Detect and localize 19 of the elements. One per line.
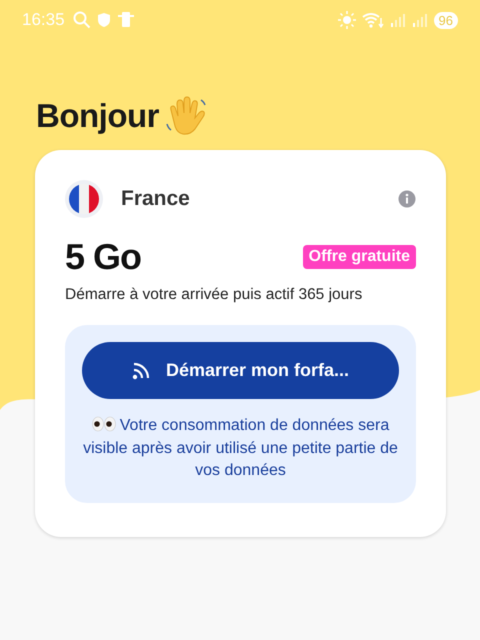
usage-note: Votre consommation de données sera visible après avoir utilisé une petite partie de vos données: [82, 415, 399, 481]
start-plan-button[interactable]: Démarrer mon forfa...: [82, 342, 399, 399]
plan-description: Démarre à votre arrivée puis actif 365 jours: [65, 285, 364, 305]
offer-badge: Offre gratuite: [302, 245, 416, 269]
info-icon[interactable]: [398, 190, 416, 208]
signal-icon: [412, 13, 428, 27]
country-name: France: [121, 187, 191, 211]
search-icon: [72, 11, 91, 29]
brightness-icon: [338, 11, 356, 29]
flag-icon: [65, 180, 103, 218]
clock: 16:35: [22, 10, 65, 30]
waving-hand-icon: [164, 96, 207, 136]
signal-waves-icon: [132, 362, 150, 380]
greeting: Bonjour: [36, 97, 159, 135]
eyes-icon: [92, 416, 116, 432]
wifi-icon: [362, 12, 384, 28]
signal-icon: [390, 13, 406, 27]
shield-icon: [96, 12, 111, 28]
data-amount: 5 Go: [65, 236, 142, 278]
